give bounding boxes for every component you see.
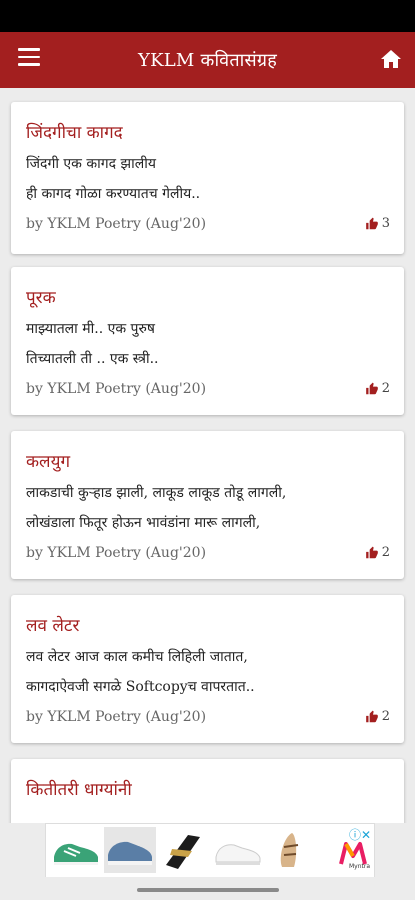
ad-banner[interactable]: ⓘ✕ Myntra — [45, 823, 375, 879]
poem-line: लोखंडाला फितूर होऊन भावंडांना मारू लागली… — [26, 515, 261, 531]
poem-author-date: by YKLM Poetry (Aug'20) — [26, 709, 207, 725]
flat-sandal-image[interactable] — [266, 827, 318, 873]
poem-card[interactable]: जिंदगीचा कागद जिंदगी एक कागद झालीय ही का… — [11, 102, 404, 254]
like-button[interactable]: 2 — [365, 545, 390, 560]
poem-card[interactable]: लव लेटर लव लेटर आज काल कमीच लिहिली जातात… — [11, 595, 404, 743]
poem-author-date: by YKLM Poetry (Aug'20) — [26, 216, 207, 232]
white-sneaker-image[interactable] — [212, 827, 264, 873]
like-count: 2 — [381, 709, 390, 724]
status-bar — [0, 0, 415, 32]
poem-line: जिंदगी एक कागद झालीय — [26, 156, 156, 172]
app-bar: YKLM कवितासंग्रह — [0, 32, 415, 88]
black-slide-sandal-image[interactable] — [158, 827, 210, 873]
like-button[interactable]: 3 — [365, 216, 390, 231]
poem-line: लाकडाची कुऱ्हाड झाली, लाकूड लाकूड तोडू ल… — [26, 485, 287, 501]
poem-title[interactable]: पूरक — [26, 285, 56, 308]
poem-title[interactable]: कलयुग — [26, 449, 70, 472]
green-sneaker-image[interactable] — [50, 827, 102, 873]
thumbs-up-icon — [365, 217, 378, 229]
blue-sneaker-image[interactable] — [104, 827, 156, 873]
poem-title[interactable]: जिंदगीचा कागद — [26, 120, 123, 143]
thumbs-up-icon — [365, 382, 378, 394]
like-button[interactable]: 2 — [365, 709, 390, 724]
like-button[interactable]: 2 — [365, 381, 390, 396]
app-title: YKLM कवितासंग्रह — [138, 50, 277, 71]
poem-line: लव लेटर आज काल कमीच लिहिली जातात, — [26, 649, 248, 665]
poem-card[interactable]: पूरक माझ्यातला मी.. एक पुरुष तिच्यातली त… — [11, 267, 404, 415]
poem-line: माझ्यातला मी.. एक पुरुष — [26, 321, 155, 337]
home-icon[interactable] — [379, 47, 403, 71]
system-navigation-bar — [0, 877, 415, 900]
poem-author-date: by YKLM Poetry (Aug'20) — [26, 545, 207, 561]
poem-line: तिच्यातली ती .. एक स्त्री.. — [26, 351, 159, 367]
thumbs-up-icon — [365, 710, 378, 722]
poem-author-date: by YKLM Poetry (Aug'20) — [26, 381, 207, 397]
ad-brand-label: Myntra — [348, 863, 370, 870]
poem-title[interactable]: लव लेटर — [26, 613, 79, 636]
like-count: 2 — [381, 381, 390, 396]
like-count: 2 — [381, 545, 390, 560]
poem-line: कागदाऐवजी सगळे Softcopyच वापरतात.. — [26, 679, 255, 695]
gesture-handle[interactable] — [137, 888, 279, 892]
poem-card[interactable]: कलयुग लाकडाची कुऱ्हाड झाली, लाकूड लाकूड … — [11, 431, 404, 579]
thumbs-up-icon — [365, 546, 378, 558]
poem-line: ही कागद गोळा करण्यातच गेलीय.. — [26, 186, 201, 202]
poem-feed: जिंदगीचा कागद जिंदगी एक कागद झालीय ही का… — [0, 88, 415, 823]
like-count: 3 — [381, 216, 390, 231]
poem-title[interactable]: कितीतरी धाग्यांनी — [26, 777, 132, 800]
poem-card[interactable]: कितीतरी धाग्यांनी — [11, 759, 404, 823]
